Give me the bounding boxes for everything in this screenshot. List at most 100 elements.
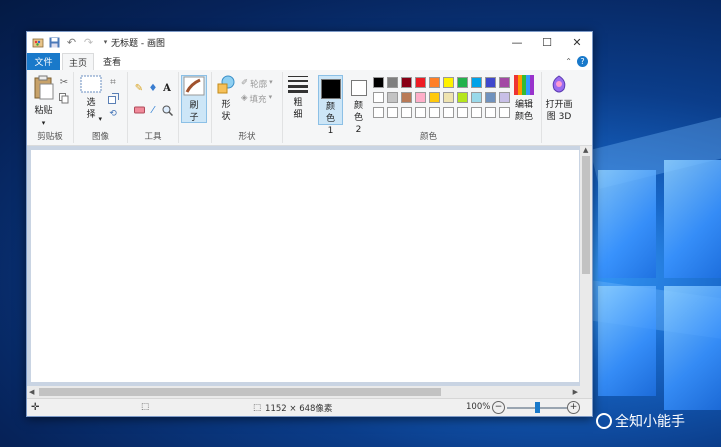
palette-swatch[interactable]	[485, 77, 496, 88]
minimize-button[interactable]: —	[502, 32, 532, 53]
resize-icon[interactable]	[107, 92, 119, 104]
palette-swatch[interactable]	[485, 107, 496, 118]
horizontal-scrollbar[interactable]: ◀ ▶	[27, 386, 592, 398]
cut-icon[interactable]: ✂	[58, 76, 70, 88]
text-icon[interactable]: A	[161, 82, 173, 94]
palette-swatch[interactable]	[499, 107, 510, 118]
palette-swatch[interactable]	[457, 107, 468, 118]
tab-file[interactable]: 文件	[27, 53, 60, 70]
fill-dropdown[interactable]: ◈ 填充 ▾	[241, 93, 272, 105]
paint-app-icon	[31, 36, 44, 49]
rotate-icon[interactable]: ⟲	[107, 108, 119, 120]
close-button[interactable]: ✕	[562, 32, 592, 53]
select-button[interactable]: 选择 ▾	[78, 75, 104, 123]
palette-swatch[interactable]	[387, 107, 398, 118]
scroll-left-icon[interactable]: ◀	[29, 388, 34, 396]
shapes-icon	[217, 75, 235, 94]
group-label-clipboard: 剪贴板	[37, 132, 63, 142]
palette-swatch[interactable]	[443, 92, 454, 103]
palette-swatch[interactable]	[373, 77, 384, 88]
eraser-icon[interactable]	[133, 104, 145, 116]
palette-swatch[interactable]	[387, 77, 398, 88]
horizontal-scroll-thumb[interactable]	[39, 388, 441, 396]
palette-swatch[interactable]	[401, 77, 412, 88]
palette-swatch[interactable]	[373, 107, 384, 118]
scroll-right-icon[interactable]: ▶	[573, 388, 578, 396]
color1-preview	[320, 79, 341, 99]
palette-swatch[interactable]	[471, 77, 482, 88]
palette-swatch[interactable]	[415, 92, 426, 103]
copy-icon[interactable]	[58, 92, 70, 104]
ribbon-tabs: 文件 主页 查看 ⌃ ?	[27, 53, 592, 71]
edit-colors-button[interactable]: 编辑颜色	[511, 75, 537, 123]
palette-swatch[interactable]	[401, 92, 412, 103]
outline-dropdown-icon: ▾	[269, 78, 273, 86]
zoom-out-button[interactable]: −	[492, 401, 505, 414]
palette-swatch[interactable]	[429, 92, 440, 103]
palette-swatch[interactable]	[373, 92, 384, 103]
palette-swatch[interactable]	[499, 92, 510, 103]
palette-swatch[interactable]	[485, 92, 496, 103]
shapes-button[interactable]: 形状	[215, 75, 237, 123]
palette-swatch[interactable]	[387, 92, 398, 103]
watermark: 全知小能手	[596, 411, 685, 431]
undo-icon[interactable]: ↶	[65, 36, 78, 49]
palette-swatch[interactable]	[457, 92, 468, 103]
scroll-up-icon[interactable]: ▲	[583, 146, 588, 154]
group-label-image: 图像	[91, 132, 109, 142]
crop-icon[interactable]: ⌗	[107, 76, 119, 88]
drawing-canvas[interactable]	[31, 150, 579, 382]
tab-home[interactable]: 主页	[62, 53, 94, 71]
size-button[interactable]: 粗细	[286, 75, 310, 121]
color1-button[interactable]: 颜色 1	[318, 75, 343, 136]
palette-swatch[interactable]	[429, 107, 440, 118]
palette-swatch[interactable]	[429, 77, 440, 88]
tab-view[interactable]: 查看	[97, 53, 127, 70]
palette-swatch[interactable]	[415, 77, 426, 88]
palette-swatch[interactable]	[401, 107, 412, 118]
palette-swatch[interactable]	[415, 107, 426, 118]
watermark-text: 全知小能手	[615, 414, 685, 430]
palette-swatch[interactable]	[457, 77, 468, 88]
brushes-button[interactable]: 刷子	[181, 75, 207, 123]
zoom-out-icon: −	[492, 401, 505, 414]
color-picker-icon[interactable]: ⁄	[147, 104, 159, 116]
windows-logo-pane	[664, 160, 721, 278]
vertical-scrollbar[interactable]: ▲	[580, 146, 592, 386]
help-icon[interactable]: ?	[577, 56, 588, 67]
select-dropdown-icon: ▾	[98, 115, 102, 123]
pencil-icon[interactable]: ✎	[133, 82, 145, 94]
group-tools: ✎ ♦ A ⁄ 工具	[128, 72, 179, 143]
quick-access-toolbar: ↶ ↷ ▾	[31, 35, 116, 49]
group-colors: 颜色 1 颜色 2 编辑颜色 颜色	[316, 72, 542, 143]
outline-dropdown[interactable]: ✐ 轮廓 ▾	[241, 78, 273, 90]
cursor-position: ✛	[31, 402, 39, 413]
magnifier-icon[interactable]	[161, 104, 173, 116]
cursor-position-icon: ✛	[31, 402, 40, 413]
paste-icon	[34, 75, 53, 100]
brushes-label: 刷子	[189, 101, 199, 123]
open-paint3d-button[interactable]: 打开画图 3D	[544, 75, 574, 123]
color2-button[interactable]: 颜色 2	[346, 75, 371, 135]
zoom-in-button[interactable]: +	[567, 401, 580, 414]
palette-swatch[interactable]	[471, 107, 482, 118]
collapse-ribbon-icon[interactable]: ⌃	[565, 57, 572, 66]
paint3d-label: 打开画图 3D	[545, 100, 573, 122]
maximize-button[interactable]: ☐	[532, 32, 562, 53]
palette-swatch[interactable]	[443, 77, 454, 88]
size-label: 粗细	[293, 98, 303, 120]
palette-swatch[interactable]	[471, 92, 482, 103]
redo-icon[interactable]: ↷	[82, 36, 95, 49]
fill-icon[interactable]: ♦	[147, 82, 159, 94]
canvas-size: ⬚ 1152 × 648像素	[253, 402, 332, 414]
save-icon[interactable]	[48, 36, 61, 49]
edit-colors-icon	[514, 75, 534, 95]
color2-preview	[350, 80, 367, 96]
group-size: 粗细	[283, 72, 315, 143]
vertical-scroll-thumb[interactable]	[582, 156, 590, 274]
paste-button[interactable]: 粘贴 ▾	[30, 75, 57, 129]
zoom-slider-thumb[interactable]	[535, 402, 540, 413]
palette-swatch[interactable]	[499, 77, 510, 88]
palette-swatch[interactable]	[443, 107, 454, 118]
paste-label: 粘贴	[34, 106, 53, 116]
